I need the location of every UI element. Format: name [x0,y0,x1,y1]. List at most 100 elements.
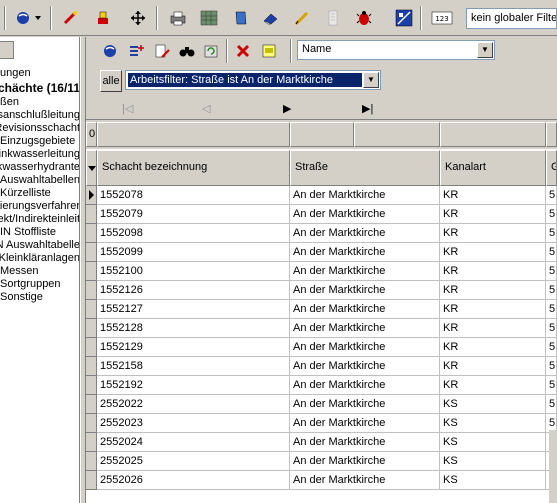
find-button[interactable] [175,40,199,62]
cell-g[interactable]: 5 [546,243,557,262]
cell-strasse[interactable]: An der Marktkirche [290,395,440,414]
cell-schacht[interactable]: 2552026 [97,471,290,490]
bug-button[interactable] [352,7,376,29]
cell-kanalart[interactable]: KR [440,300,546,319]
map-button[interactable] [392,7,416,29]
table-row[interactable]: 2552025An der MarktkircheKS5 [86,452,557,471]
cell-g[interactable]: 5 [546,300,557,319]
tree-item[interactable]: ungen [0,67,79,80]
cell-schacht[interactable]: 2552023 [97,414,290,433]
table-row[interactable]: 1552079 An der Marktkirche KR 5 [86,205,557,224]
cell-g[interactable]: 5 [546,319,557,338]
row-indicator[interactable] [86,338,97,357]
table-row[interactable]: 1552078 An der Marktkirche KR 5 [86,186,557,205]
cell-kanalart[interactable]: KR [440,281,546,300]
row-indicator[interactable] [86,395,97,414]
cell-strasse[interactable]: An der Marktkirche [290,452,440,471]
pencil-button[interactable] [290,7,314,29]
table-row[interactable]: 2552022 An der Marktkirche KS 5 [86,395,557,414]
table-row[interactable]: 2552023 An der Marktkirche KS 5 [86,414,557,433]
cell-strasse[interactable]: An der Marktkirche [290,224,440,243]
stack-tool-button[interactable] [91,7,115,29]
cell-kanalart[interactable]: KR [440,243,546,262]
table-row[interactable]: 1552127 An der Marktkirche KR 5 [86,300,557,319]
global-filter-field[interactable]: kein globaler Filter [466,8,557,29]
row-header-corner[interactable] [86,150,97,186]
last-record-icon[interactable]: ▶| [362,102,373,115]
cell-kanalart[interactable]: KS [440,471,546,490]
column-header-strasse[interactable]: Straße [290,150,440,186]
cell-schacht[interactable]: 1552098 [97,224,290,243]
cell-schacht[interactable]: 1552099 [97,243,290,262]
cell-kanalart[interactable]: KS [440,452,546,471]
cell-strasse[interactable]: An der Marktkirche [290,205,440,224]
tree-item[interactable]: Sortgruppen [0,278,79,291]
pen-tool-button[interactable] [58,7,82,29]
row-indicator[interactable] [86,376,97,395]
prev-record-icon[interactable]: ◁ [202,102,210,115]
row-indicator[interactable] [86,433,97,452]
row-indicator[interactable] [86,281,97,300]
cell-kanalart[interactable]: KS [440,395,546,414]
chevron-down-icon[interactable]: ▼ [477,42,493,58]
cell-g[interactable]: 5 [546,395,557,414]
row-indicator[interactable] [86,319,97,338]
cell-g[interactable]: 5 [546,338,557,357]
print-button[interactable] [166,7,190,29]
filter-cell[interactable] [97,122,290,147]
list-button[interactable] [321,7,345,29]
table-row[interactable]: 1552129 An der Marktkirche KR 5 [86,338,557,357]
row-indicator[interactable] [86,300,97,319]
row-indicator[interactable] [86,414,97,433]
row-indicator[interactable] [86,357,97,376]
tree-item[interactable]: ßen [0,96,79,109]
cell-schacht[interactable]: 1552158 [97,357,290,376]
table-row[interactable]: 2552026An der MarktkircheKS5 [86,471,557,490]
cell-kanalart[interactable]: KR [440,357,546,376]
cell-strasse[interactable]: An der Marktkirche [290,471,440,490]
tree-item[interactable]: Sonstige [0,291,79,304]
cell-strasse[interactable]: An der Marktkirche [290,262,440,281]
globe-button[interactable] [98,40,122,62]
table-row[interactable]: 1552100 An der Marktkirche KR 5 [86,262,557,281]
cell-schacht[interactable]: 2552024 [97,433,290,452]
delete-button[interactable] [231,40,255,62]
column-header-kanalart[interactable]: Kanalart [440,150,546,186]
cell-kanalart[interactable]: KR [440,186,546,205]
cell-kanalart[interactable]: KR [440,262,546,281]
cell-schacht[interactable]: 1552127 [97,300,290,319]
cell-schacht[interactable]: 1552192 [97,376,290,395]
next-record-icon[interactable]: ▶ [283,102,291,115]
refresh-button[interactable] [199,40,223,62]
cell-kanalart[interactable]: KS [440,414,546,433]
cell-kanalart[interactable]: KR [440,338,546,357]
cell-strasse[interactable]: An der Marktkirche [290,376,440,395]
cell-schacht[interactable]: 1552079 [97,205,290,224]
tree-item[interactable]: Schächte (16/11 [0,80,79,96]
filter-cell[interactable] [546,122,557,147]
table-row[interactable]: 1552128 An der Marktkirche KR 5 [86,319,557,338]
tree-item[interactable]: Messen [0,265,79,278]
chevron-down-icon[interactable]: ▼ [363,72,379,88]
tree-item[interactable]: Revisionsschacht [0,122,79,135]
cell-schacht[interactable]: 2552025 [97,452,290,471]
cell-g[interactable]: 5 [546,205,557,224]
globe-dropdown-button[interactable] [14,7,44,29]
cell-schacht[interactable]: 1552126 [97,281,290,300]
tree-item[interactable]: Auswahltabellen [0,174,79,187]
eraser-button[interactable] [259,7,283,29]
cell-schacht[interactable]: 1552128 [97,319,290,338]
cell-schacht[interactable]: 1552129 [97,338,290,357]
book-button[interactable] [229,7,253,29]
row-indicator[interactable] [86,205,97,224]
cell-strasse[interactable]: An der Marktkirche [290,300,440,319]
cell-g[interactable]: 5 [546,281,557,300]
first-record-icon[interactable]: |◁ [122,102,133,115]
cell-g[interactable]: 5 [546,224,557,243]
numbers-button[interactable]: 123 [429,7,455,29]
row-indicator[interactable] [86,224,97,243]
alle-button[interactable]: alle [100,70,122,92]
tree-item[interactable]: Direkt/Indirekteinleit [0,213,79,226]
column-header-g[interactable]: G [546,150,557,186]
tree-item[interactable]: Kürzelliste [0,187,79,200]
